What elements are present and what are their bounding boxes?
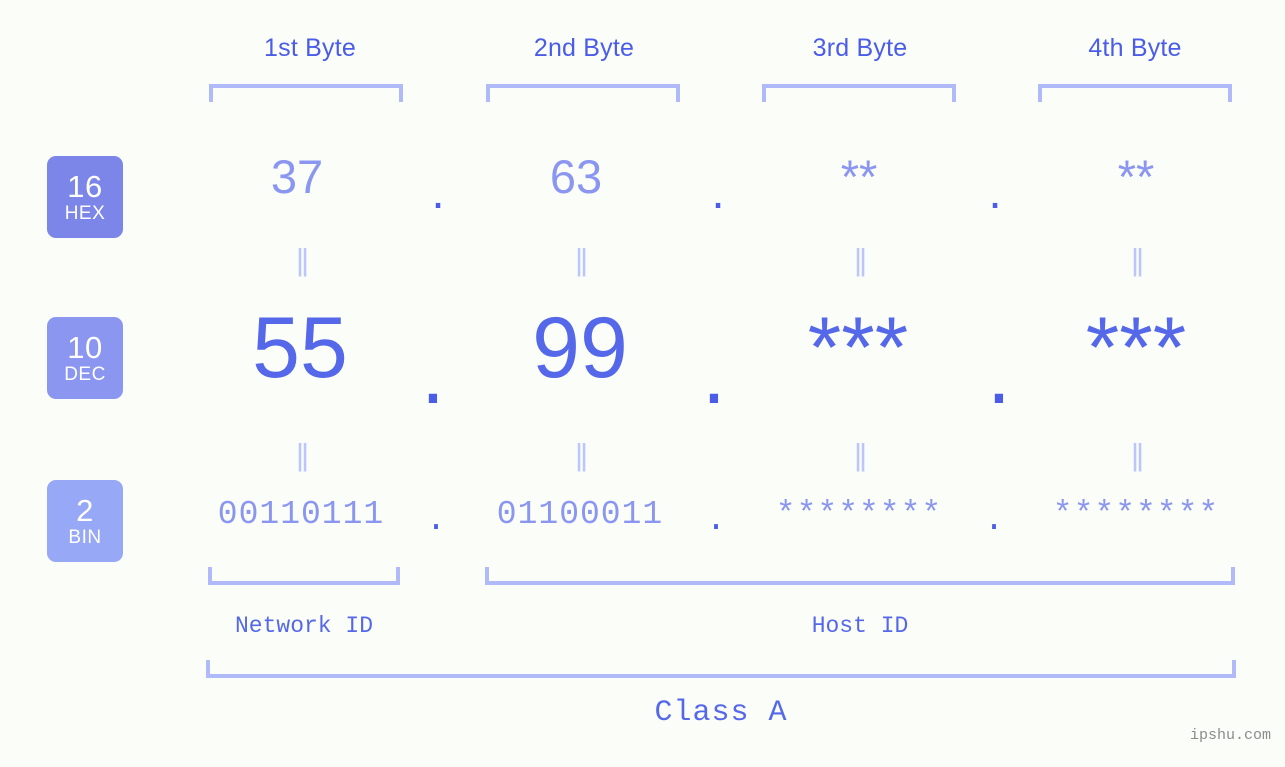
equality-tick-dec-bin-4: || [1130, 437, 1144, 472]
equality-tick-hex-dec-1: || [295, 242, 309, 277]
radix-badge-hex: 16 HEX [47, 156, 123, 238]
dec-octet-2: 99 [532, 300, 628, 396]
byte-label-3: 3rd Byte [812, 34, 908, 62]
watermark: ipshu.com [1189, 727, 1271, 744]
radix-badge-dec-number: 10 [67, 329, 103, 365]
host-id-label: Host ID [811, 613, 909, 639]
byte-bracket-3 [762, 84, 956, 102]
equality-tick-dec-bin-3: || [853, 437, 867, 472]
dec-octet-3: *** [807, 300, 909, 396]
class-bracket [206, 660, 1236, 678]
equality-tick-dec-bin-1: || [295, 437, 309, 472]
byte-bracket-2 [486, 84, 680, 102]
equality-tick-dec-bin-2: || [574, 437, 588, 472]
bin-separator-2: . [706, 502, 726, 539]
hex-separator-1: . [431, 165, 445, 218]
hex-octet-3: ** [840, 150, 878, 203]
dec-octet-4: *** [1085, 300, 1187, 396]
network-id-label: Network ID [234, 613, 374, 639]
equality-tick-hex-dec-3: || [853, 242, 867, 277]
host-id-bracket [485, 567, 1235, 585]
radix-badge-bin-label: BIN [68, 526, 102, 548]
radix-badge-hex-number: 16 [67, 168, 103, 204]
radix-badge-dec: 10 DEC [47, 317, 123, 399]
bin-octet-4: ******** [1052, 496, 1220, 533]
equality-tick-hex-dec-2: || [574, 242, 588, 277]
byte-bracket-1 [209, 84, 403, 102]
bin-separator-1: . [426, 502, 446, 539]
bin-separator-3: . [984, 502, 1004, 539]
bin-octet-1: 00110111 [217, 496, 385, 533]
bin-octet-3: ******** [775, 496, 943, 533]
hex-octet-2: 63 [549, 150, 603, 203]
dec-octet-1: 55 [252, 300, 348, 396]
equality-tick-hex-dec-4: || [1130, 242, 1144, 277]
dec-separator-3: . [987, 326, 1011, 422]
hex-separator-2: . [711, 165, 725, 218]
dec-separator-1: . [421, 326, 445, 422]
radix-badge-bin-number: 2 [76, 492, 94, 528]
hex-separator-3: . [988, 165, 1002, 218]
class-label: Class A [654, 696, 788, 730]
hex-octet-1: 37 [270, 150, 324, 203]
byte-label-4: 4th Byte [1088, 34, 1182, 62]
network-id-bracket [208, 567, 400, 585]
byte-label-1: 1st Byte [264, 34, 356, 62]
bin-octet-2: 01100011 [496, 496, 664, 533]
byte-label-2: 2nd Byte [533, 34, 635, 62]
radix-badge-dec-label: DEC [64, 363, 106, 385]
hex-octet-4: ** [1117, 150, 1155, 203]
radix-badge-hex-label: HEX [64, 202, 106, 224]
dec-separator-2: . [702, 326, 726, 422]
byte-bracket-4 [1038, 84, 1232, 102]
radix-badge-bin: 2 BIN [47, 480, 123, 562]
ip-address-breakdown-diagram: 1st Byte 2nd Byte 3rd Byte 4th Byte 16 H… [0, 0, 1285, 767]
